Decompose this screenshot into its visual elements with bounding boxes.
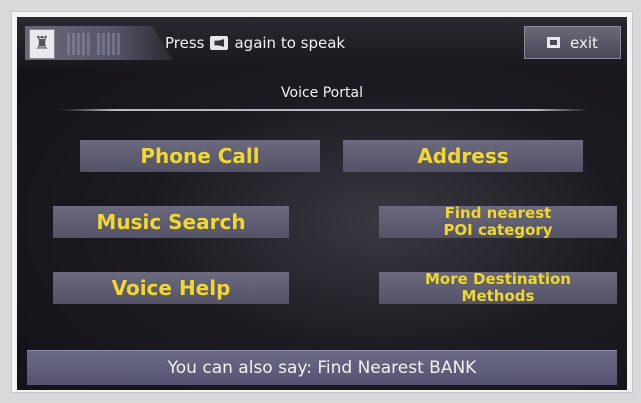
voice-portal-screen: ♜ Press again to speak exit Voice Portal… [17, 17, 627, 390]
audio-level-icon [97, 33, 121, 55]
talk-button-icon [210, 36, 229, 50]
speak-hint-prefix: Press [165, 34, 205, 52]
phone-call-button[interactable]: Phone Call [80, 140, 320, 172]
title-divider [61, 109, 589, 111]
find-nearest-poi-button[interactable]: Find nearest POI category [379, 204, 617, 239]
exit-button[interactable]: exit [524, 26, 621, 59]
find-nearest-poi-label: Find nearest POI category [443, 204, 553, 239]
phone-call-label: Phone Call [140, 144, 260, 168]
speak-hint: Press again to speak [165, 34, 345, 52]
voice-command-icon: ♜ [29, 29, 55, 59]
more-destination-methods-label: More Destination Methods [425, 270, 571, 305]
more-destination-methods-button[interactable]: More Destination Methods [379, 270, 617, 305]
audio-level-icon [67, 33, 91, 55]
voice-help-label: Voice Help [111, 276, 231, 300]
exit-icon [547, 37, 561, 48]
page-title: Voice Portal [281, 85, 363, 101]
exit-label: exit [570, 33, 598, 52]
address-button[interactable]: Address [343, 140, 583, 172]
music-search-label: Music Search [96, 210, 246, 234]
voice-tip-text: You can also say: Find Nearest BANK [167, 358, 477, 378]
music-search-button[interactable]: Music Search [53, 206, 289, 238]
voice-help-button[interactable]: Voice Help [53, 272, 289, 304]
top-bar: ♜ Press again to speak exit [17, 17, 627, 67]
voice-tip-bar: You can also say: Find Nearest BANK [27, 350, 617, 385]
address-label: Address [417, 144, 509, 168]
speak-hint-suffix: again to speak [234, 34, 346, 52]
